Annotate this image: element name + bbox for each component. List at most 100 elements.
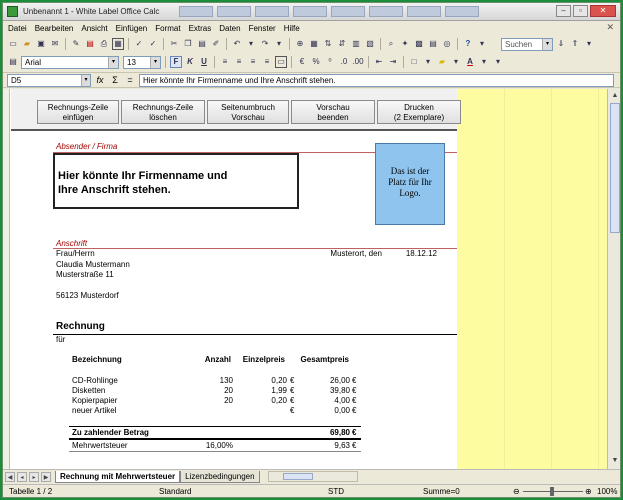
- horizontal-scroll-thumb[interactable]: [282, 473, 313, 480]
- spreadsheet-area[interactable]: Rechnungs-Zeile einfügen Rechnungs-Zeile…: [3, 89, 620, 469]
- task-button[interactable]: [255, 6, 290, 17]
- print-two-copies-button[interactable]: Drucken (2 Exemplare): [377, 100, 461, 124]
- logo-placeholder-box[interactable]: Das ist der Platz für Ihr Logo.: [375, 143, 445, 225]
- spellcheck-icon[interactable]: ✓: [133, 38, 145, 50]
- task-button[interactable]: [179, 6, 214, 17]
- dropdown-arrow-icon[interactable]: ▾: [273, 38, 285, 50]
- task-button[interactable]: [445, 6, 480, 17]
- name-box-dropdown-icon[interactable]: ▾: [81, 74, 90, 86]
- increase-indent-icon[interactable]: ⇥: [387, 56, 399, 68]
- formula-input[interactable]: Hier könnte Ihr Firmenname und Ihre Ansc…: [139, 73, 614, 87]
- print-icon[interactable]: ⎙: [98, 38, 110, 50]
- zoom-in-icon[interactable]: ⊕: [585, 487, 592, 496]
- next-sheet-icon[interactable]: ▸: [29, 471, 39, 482]
- align-center-icon[interactable]: ≡: [233, 56, 245, 68]
- function-wizard-icon[interactable]: fx: [94, 75, 106, 85]
- new-document-icon[interactable]: ▭: [7, 38, 19, 50]
- size-dropdown-arrow-icon[interactable]: ▾: [150, 56, 160, 68]
- search-dropdown-arrow-icon[interactable]: ▾: [542, 38, 552, 50]
- end-preview-button[interactable]: Vorschau beenden: [291, 100, 375, 124]
- percent-format-icon[interactable]: %: [310, 56, 322, 68]
- find-next-icon[interactable]: ⇓: [555, 38, 567, 50]
- previous-sheet-icon[interactable]: ◂: [17, 471, 27, 482]
- dropdown-arrow-icon[interactable]: ▾: [450, 56, 462, 68]
- menu-ansicht[interactable]: Ansicht: [81, 24, 107, 33]
- delete-invoice-row-button[interactable]: Rechnungs-Zeile löschen: [121, 100, 205, 124]
- table-icon[interactable]: ▦: [308, 38, 320, 50]
- bold-button[interactable]: F: [170, 56, 182, 68]
- copy-icon[interactable]: ❐: [182, 38, 194, 50]
- help-icon[interactable]: ?: [462, 38, 474, 50]
- zoom-icon[interactable]: ◎: [441, 38, 453, 50]
- company-address-box[interactable]: Hier könnte Ihr Firmenname und Ihre Ansc…: [53, 153, 299, 209]
- function-equals-icon[interactable]: =: [124, 75, 136, 85]
- align-right-icon[interactable]: ≡: [247, 56, 259, 68]
- insert-invoice-row-button[interactable]: Rechnungs-Zeile einfügen: [37, 100, 119, 124]
- hyperlink-icon[interactable]: ⊕: [294, 38, 306, 50]
- page-break-preview-button[interactable]: Seitenumbruch Vorschau: [207, 100, 289, 124]
- menu-hilfe[interactable]: Hilfe: [284, 24, 300, 33]
- toolbar-options-icon[interactable]: ▾: [492, 56, 504, 68]
- scroll-down-icon[interactable]: ▼: [609, 455, 620, 467]
- toolbar-options-icon[interactable]: ▾: [476, 38, 488, 50]
- export-pdf-icon[interactable]: ▤: [84, 38, 96, 50]
- zoom-out-icon[interactable]: ⊖: [513, 487, 520, 496]
- menu-einfuegen[interactable]: Einfügen: [116, 24, 148, 33]
- currency-format-icon[interactable]: €: [296, 56, 308, 68]
- email-icon[interactable]: ✉: [49, 38, 61, 50]
- find-replace-icon[interactable]: ⌕: [385, 38, 397, 50]
- styles-icon[interactable]: ▤: [7, 56, 19, 68]
- maximize-button[interactable]: ▫: [573, 5, 588, 17]
- autospell-icon[interactable]: ✓: [147, 38, 159, 50]
- name-box[interactable]: D5 ▾: [7, 73, 91, 87]
- close-document-icon[interactable]: ✕: [606, 22, 614, 33]
- search-input[interactable]: Suchen ▾: [501, 37, 553, 51]
- underline-button[interactable]: U: [198, 56, 210, 68]
- justify-icon[interactable]: ≡: [261, 56, 273, 68]
- last-sheet-icon[interactable]: ▶: [41, 471, 51, 482]
- edit-file-icon[interactable]: ✎: [70, 38, 82, 50]
- task-button[interactable]: [217, 6, 252, 17]
- horizontal-scrollbar[interactable]: [267, 471, 358, 482]
- background-color-icon[interactable]: ▰: [436, 56, 448, 68]
- dropdown-arrow-icon[interactable]: ▾: [478, 56, 490, 68]
- borders-icon[interactable]: □: [408, 56, 420, 68]
- toolbar-options-icon[interactable]: ▾: [583, 38, 595, 50]
- zoom-slider-handle[interactable]: [550, 487, 554, 496]
- format-paintbrush-icon[interactable]: ✐: [210, 38, 222, 50]
- dropdown-arrow-icon[interactable]: ▾: [422, 56, 434, 68]
- add-decimal-icon[interactable]: .0: [338, 56, 350, 68]
- menu-daten[interactable]: Daten: [219, 24, 240, 33]
- cut-icon[interactable]: ✂: [168, 38, 180, 50]
- menu-fenster[interactable]: Fenster: [249, 24, 276, 33]
- save-icon[interactable]: ▣: [35, 38, 47, 50]
- menu-datei[interactable]: Datei: [8, 24, 27, 33]
- decrease-indent-icon[interactable]: ⇤: [373, 56, 385, 68]
- standard-format-icon[interactable]: ⁰: [324, 56, 336, 68]
- task-button[interactable]: [331, 6, 366, 17]
- find-previous-icon[interactable]: ⇑: [569, 38, 581, 50]
- dropdown-arrow-icon[interactable]: ▾: [245, 38, 257, 50]
- menu-extras[interactable]: Extras: [189, 24, 212, 33]
- sheet-tab-invoice[interactable]: Rechnung mit Mehrwertsteuer: [55, 470, 181, 483]
- pivot-icon[interactable]: ▧: [364, 38, 376, 50]
- vertical-scrollbar[interactable]: ▲ ▼: [607, 89, 620, 469]
- page-preview-icon[interactable]: ▦: [112, 38, 124, 50]
- page-style[interactable]: Standard: [159, 487, 191, 496]
- merge-cells-icon[interactable]: ▭: [275, 56, 287, 68]
- minimize-button[interactable]: –: [556, 5, 571, 17]
- sheet-tab-license[interactable]: Lizenzbedingungen: [180, 470, 260, 483]
- zoom-level[interactable]: 100%: [597, 487, 617, 496]
- italic-button[interactable]: K: [184, 56, 196, 68]
- menu-format[interactable]: Format: [155, 24, 180, 33]
- remove-decimal-icon[interactable]: .00: [352, 56, 364, 68]
- task-button[interactable]: [369, 6, 404, 17]
- task-button[interactable]: [407, 6, 442, 17]
- undo-icon[interactable]: ↶: [231, 38, 243, 50]
- font-color-icon[interactable]: A: [464, 56, 476, 68]
- chart-icon[interactable]: ▥: [350, 38, 362, 50]
- paste-icon[interactable]: ▤: [196, 38, 208, 50]
- scroll-up-icon[interactable]: ▲: [609, 90, 620, 102]
- menu-bearbeiten[interactable]: Bearbeiten: [35, 24, 74, 33]
- sort-descending-icon[interactable]: ⇵: [336, 38, 348, 50]
